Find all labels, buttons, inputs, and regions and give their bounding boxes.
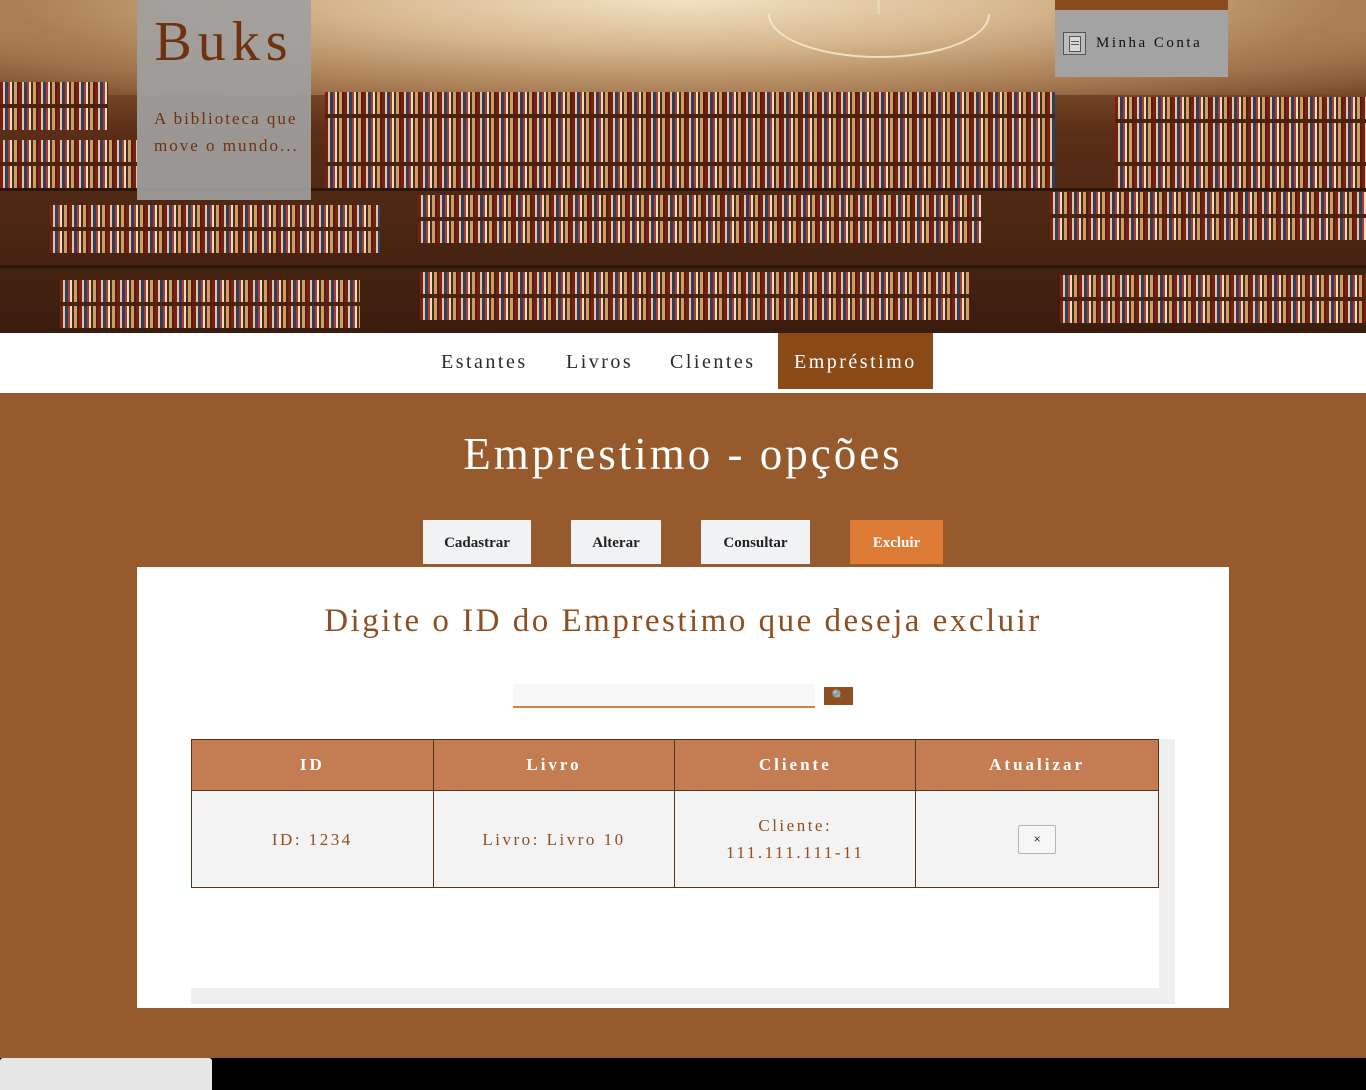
hero-shelf: [0, 82, 108, 130]
hero-lamp-cord: [877, 0, 880, 14]
cell-atualizar: ×: [915, 790, 1159, 888]
account-doc-icon: [1063, 32, 1086, 55]
hero-railing: [0, 265, 1366, 268]
excluir-button[interactable]: Excluir: [850, 520, 943, 564]
cell-cliente-text: Cliente: 111.111.111-11: [726, 816, 865, 862]
alterar-button[interactable]: Alterar: [571, 520, 661, 564]
table-row: ID: 1234 Livro: Livro 10 Cliente: 111.11…: [191, 790, 1159, 888]
hero-shelf: [1050, 192, 1366, 240]
nav-item-clientes[interactable]: Clientes: [654, 333, 772, 389]
hero-shelf: [50, 205, 380, 253]
hero-shelf: [0, 140, 137, 188]
nav-item-estantes[interactable]: Estantes: [425, 333, 544, 389]
cell-cliente: Cliente: 111.111.111-11: [674, 790, 917, 888]
hero-shelf: [418, 195, 983, 243]
hero-shelf: [60, 280, 360, 328]
column-header-cliente: Cliente: [674, 739, 917, 791]
loans-table: ID Livro Cliente Atualizar ID: 1234 Livr…: [191, 739, 1159, 888]
nav-item-emprestimo[interactable]: Empréstimo: [778, 333, 933, 389]
results-scroll-area[interactable]: ID Livro Cliente Atualizar ID: 1234 Livr…: [191, 739, 1175, 1004]
nav-item-livros[interactable]: Livros: [550, 333, 649, 389]
column-header-id: ID: [191, 739, 434, 791]
hero-shelf: [1115, 97, 1366, 145]
delete-row-button[interactable]: ×: [1018, 824, 1057, 854]
my-account-button[interactable]: Minha Conta: [1055, 10, 1228, 77]
hero-shelf: [1060, 275, 1366, 323]
brand-tagline: A biblioteca que move o mundo...: [154, 109, 299, 155]
table-header-row: ID Livro Cliente Atualizar: [191, 739, 1159, 791]
hero-shelf: [325, 92, 1055, 140]
search-button[interactable]: 🔍: [824, 687, 853, 705]
column-header-atualizar: Atualizar: [915, 739, 1159, 791]
account-panel: Minha Conta: [1055, 0, 1228, 77]
results-area: ID Livro Cliente Atualizar ID: 1234 Livr…: [191, 739, 1159, 988]
brand-box: Buks A biblioteca que move o mundo...: [137, 0, 311, 200]
hero-shelf: [420, 272, 970, 320]
main-nav: Estantes Livros Clientes Empréstimo: [0, 333, 1366, 393]
close-icon: ×: [1033, 832, 1041, 847]
hero-shelf: [1115, 140, 1366, 188]
brand-title: Buks: [154, 11, 294, 73]
search-icon: 🔍: [831, 690, 846, 702]
consultar-button[interactable]: Consultar: [701, 520, 810, 564]
page-title: Emprestimo - opções: [463, 429, 903, 479]
my-account-label: Minha Conta: [1096, 35, 1203, 51]
hero-shelf: [325, 140, 1055, 188]
cell-livro: Livro: Livro 10: [432, 790, 676, 888]
footer-panel: [0, 1058, 212, 1090]
loan-id-search-input[interactable]: [513, 684, 815, 708]
cell-id: ID: 1234: [191, 790, 434, 888]
cadastrar-button[interactable]: Cadastrar: [423, 520, 531, 564]
hero-banner: Buks A biblioteca que move o mundo... Mi…: [0, 0, 1366, 333]
delete-panel: Digite o ID do Emprestimo que deseja exc…: [137, 567, 1229, 1008]
panel-title: Digite o ID do Emprestimo que deseja exc…: [324, 603, 1042, 639]
column-header-livro: Livro: [432, 739, 676, 791]
